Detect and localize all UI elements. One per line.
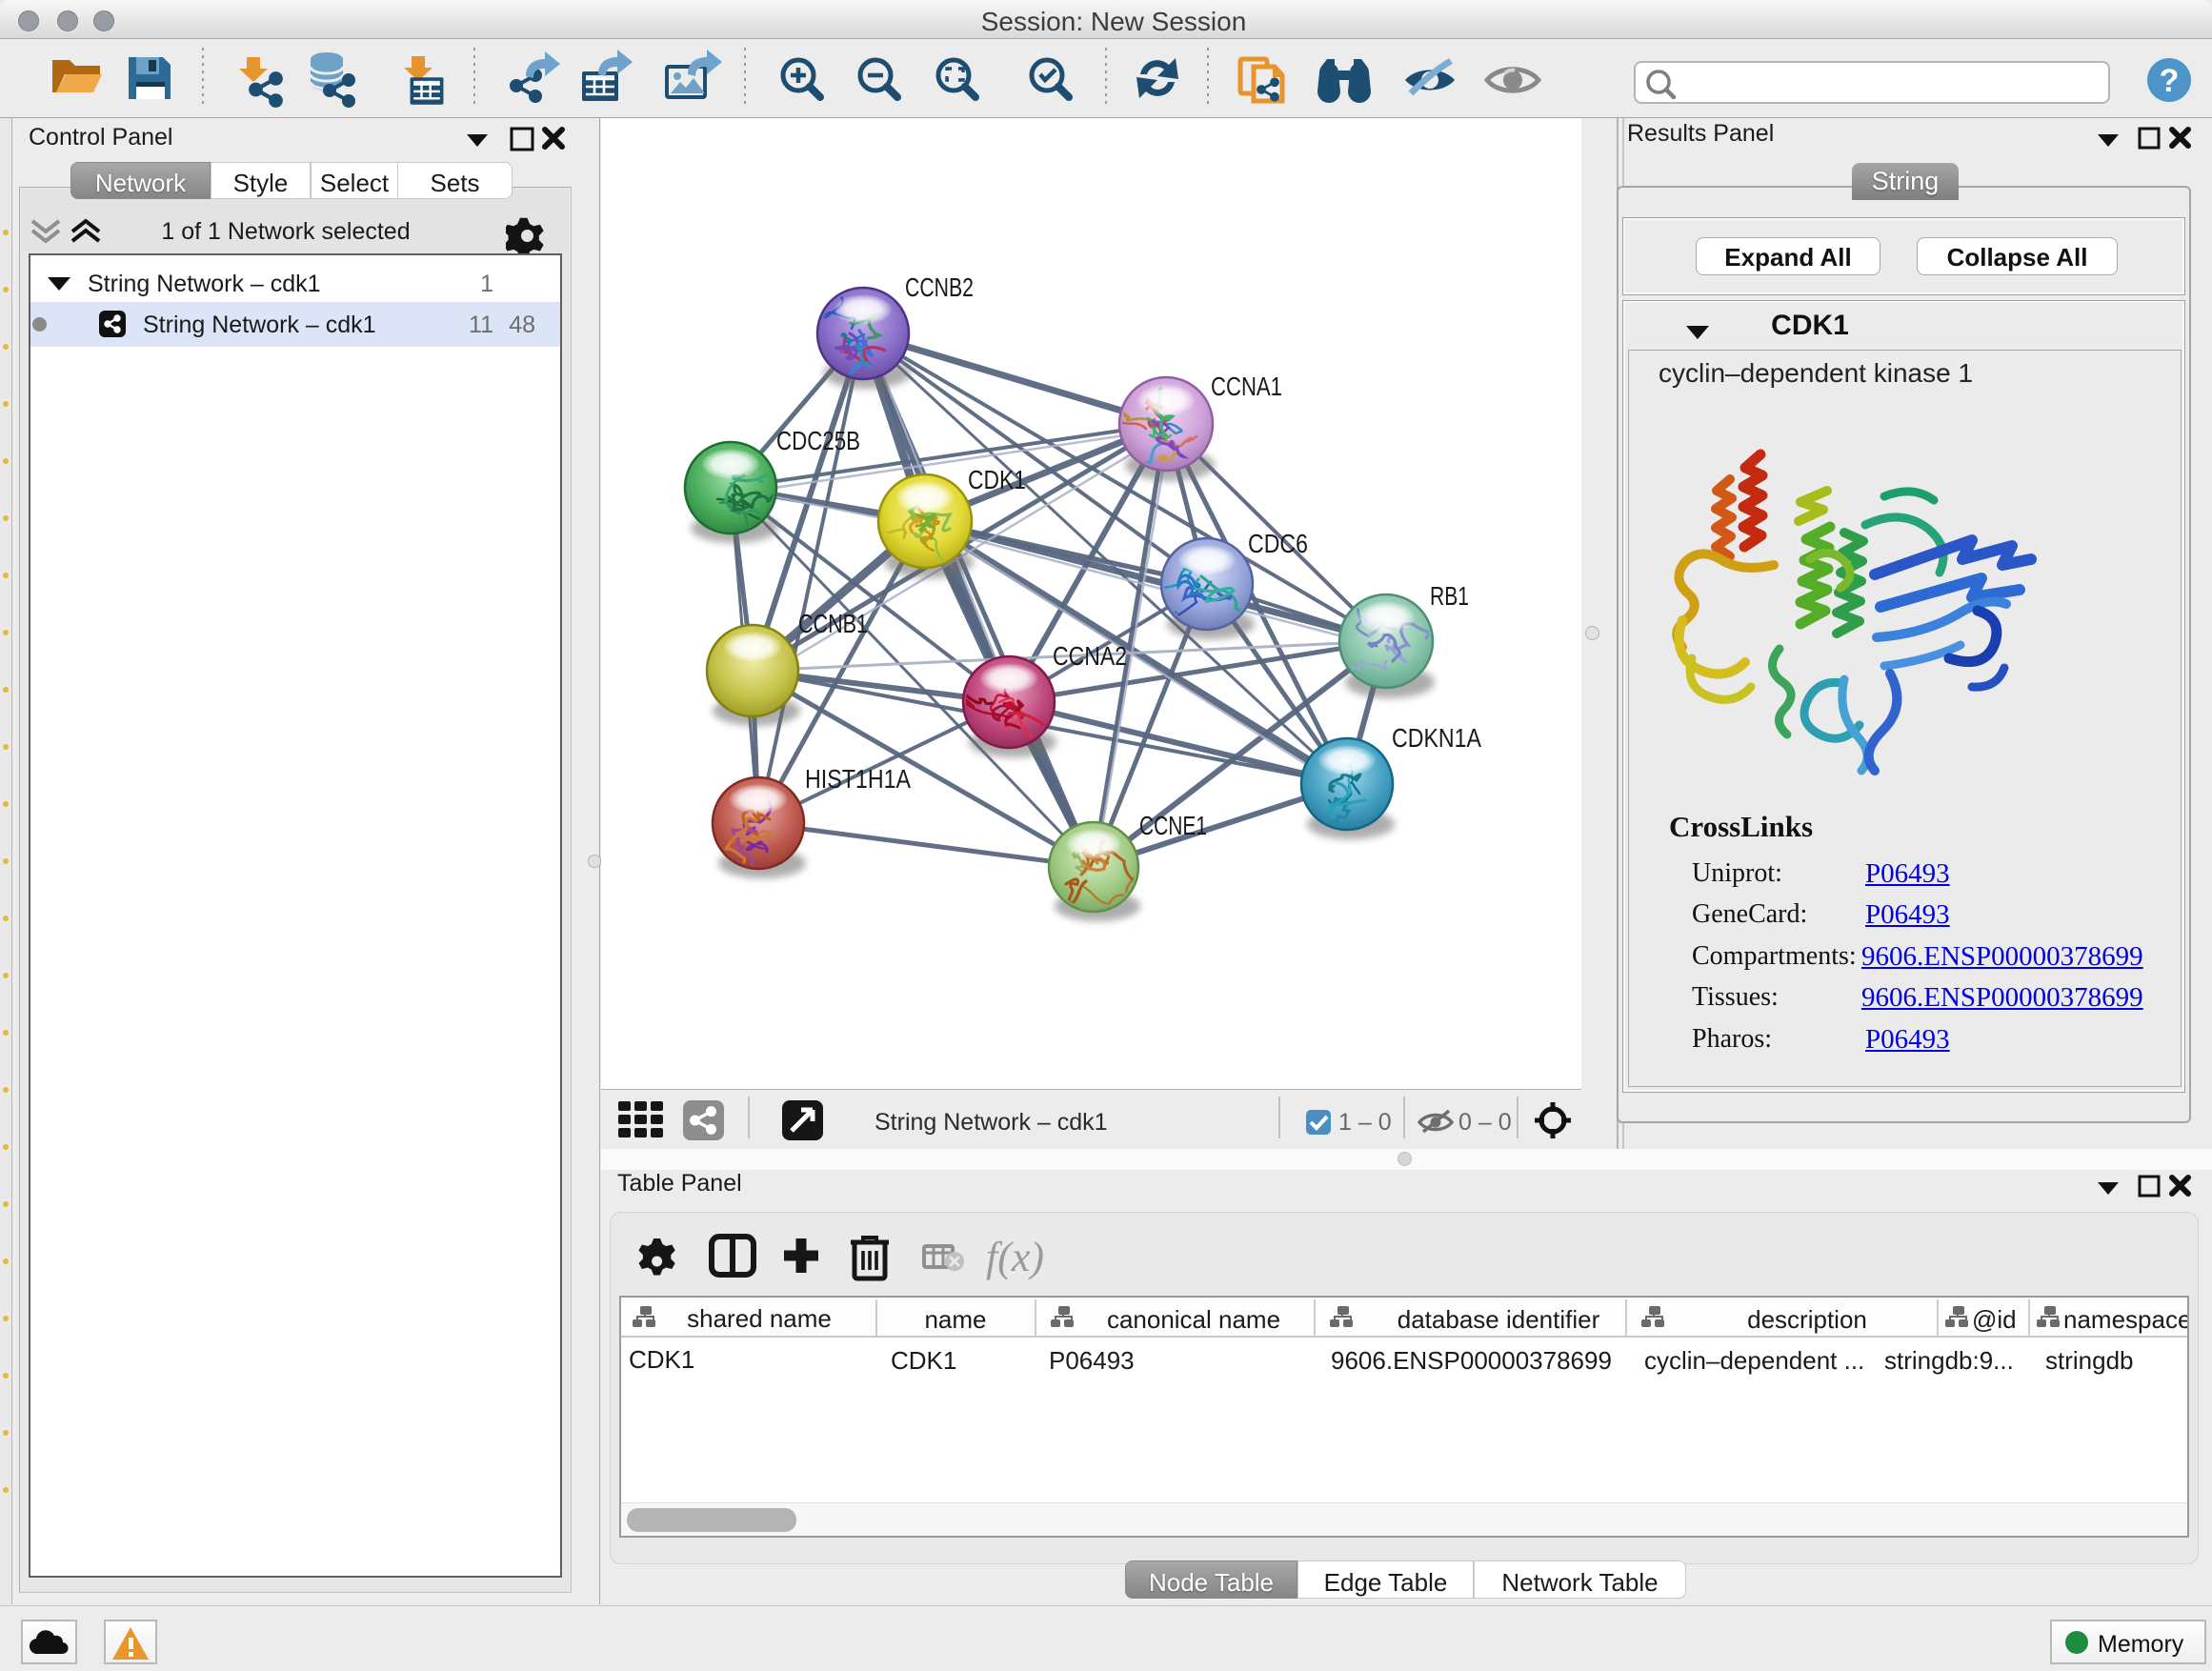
svg-text:f(x): f(x) xyxy=(986,1234,1044,1280)
svg-text:9606.ENSP00000378699: 9606.ENSP00000378699 xyxy=(1331,1346,1612,1375)
svg-text:HIST1H1A: HIST1H1A xyxy=(805,764,911,794)
svg-text:CCNE1: CCNE1 xyxy=(1139,811,1207,840)
svg-text:CDC6: CDC6 xyxy=(1248,529,1308,558)
svg-text:CDKN1A: CDKN1A xyxy=(1392,723,1481,753)
svg-text:P06493: P06493 xyxy=(1049,1346,1135,1375)
svg-text:?: ? xyxy=(2160,63,2180,99)
svg-text:String Network – cdk1: String Network – cdk1 xyxy=(875,1109,1108,1136)
svg-text:stringdb: stringdb xyxy=(2045,1346,2134,1375)
svg-text:name: name xyxy=(924,1305,986,1334)
svg-text:CDK1: CDK1 xyxy=(891,1346,956,1375)
svg-text:0 – 0: 0 – 0 xyxy=(1458,1109,1512,1136)
svg-text:CDK1: CDK1 xyxy=(968,465,1026,494)
svg-text:stringdb:9...: stringdb:9... xyxy=(1884,1346,2014,1375)
svg-text:CCNB1: CCNB1 xyxy=(798,609,868,638)
svg-text:CDK1: CDK1 xyxy=(629,1345,694,1374)
svg-text:namespace: namespace xyxy=(2063,1305,2187,1334)
svg-text:@id: @id xyxy=(1972,1305,2017,1334)
svg-text:canonical name: canonical name xyxy=(1107,1305,1280,1334)
svg-text:CCNA2: CCNA2 xyxy=(1053,641,1127,671)
svg-text:RB1: RB1 xyxy=(1430,581,1469,611)
svg-text:CCNA1: CCNA1 xyxy=(1211,372,1282,401)
svg-text:database identifier: database identifier xyxy=(1398,1305,1600,1334)
svg-text:shared name: shared name xyxy=(687,1304,832,1333)
svg-text:CCNB2: CCNB2 xyxy=(905,272,974,302)
svg-text:1 – 0: 1 – 0 xyxy=(1338,1109,1392,1136)
svg-text:cyclin–dependent ...: cyclin–dependent ... xyxy=(1644,1346,1864,1375)
svg-text:description: description xyxy=(1747,1305,1867,1334)
svg-text:CDC25B: CDC25B xyxy=(776,426,860,455)
